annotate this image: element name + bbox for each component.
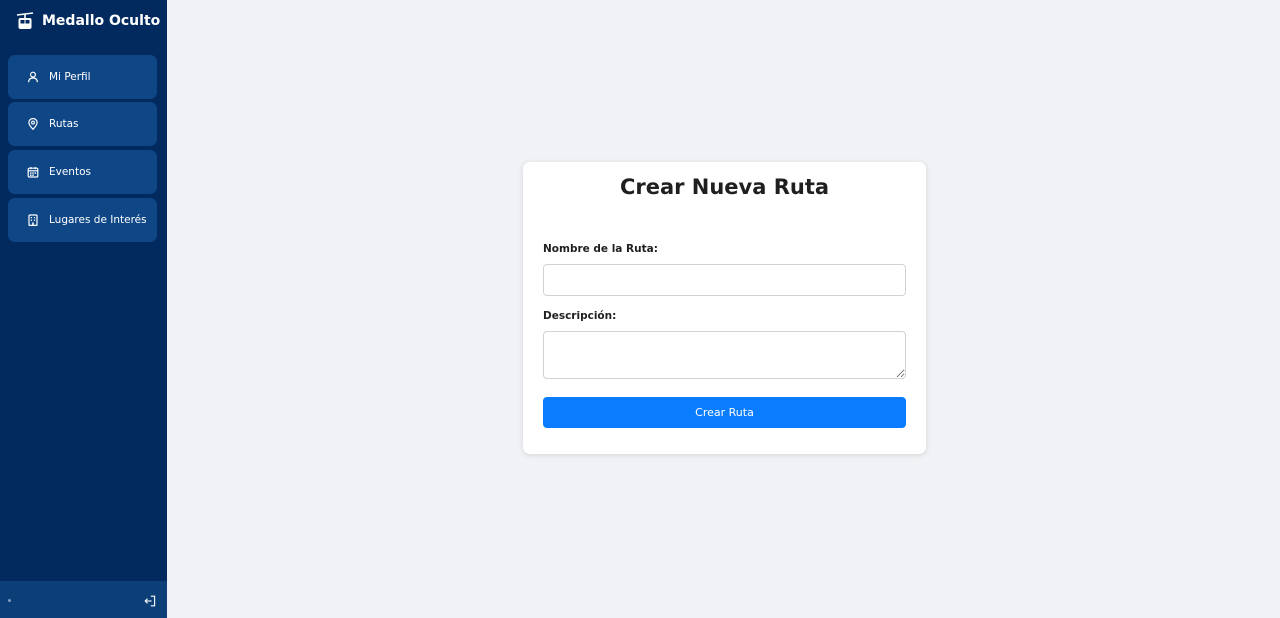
description-textarea[interactable] [543, 331, 906, 379]
map-pin-icon [28, 118, 38, 130]
sidebar-item-mi-perfil[interactable]: Mi Perfil [8, 55, 157, 99]
route-name-input[interactable] [543, 264, 906, 296]
logout-icon[interactable] [144, 595, 156, 607]
brand[interactable]: Medallo Oculto [16, 11, 160, 31]
sidebar-item-eventos[interactable]: Eventos [8, 150, 157, 194]
create-route-button[interactable]: Crear Ruta [543, 397, 906, 428]
status-dot [8, 599, 11, 602]
route-name-label: Nombre de la Ruta: [543, 243, 658, 255]
brand-title: Medallo Oculto [42, 13, 161, 29]
sidebar-item-rutas[interactable]: Rutas [8, 102, 157, 146]
create-route-card: Crear Nueva Ruta Nombre de la Ruta: Desc… [523, 162, 926, 454]
building-icon [28, 214, 38, 226]
sidebar-item-lugares-de-interes[interactable]: Lugares de Interés [8, 198, 157, 242]
sidebar-item-label: Rutas [49, 118, 79, 130]
sidebar: Medallo Oculto Mi Perfil Rutas Eventos L… [0, 0, 167, 618]
sidebar-item-label: Eventos [49, 166, 91, 178]
page-title: Crear Nueva Ruta [619, 175, 830, 199]
calendar-icon [27, 167, 39, 178]
sidebar-item-label: Lugares de Interés [49, 214, 147, 226]
sidebar-item-label: Mi Perfil [49, 71, 91, 83]
user-icon [27, 71, 39, 83]
sidebar-footer [0, 581, 167, 618]
cable-car-icon [16, 12, 34, 29]
description-label: Descripción: [543, 310, 617, 322]
